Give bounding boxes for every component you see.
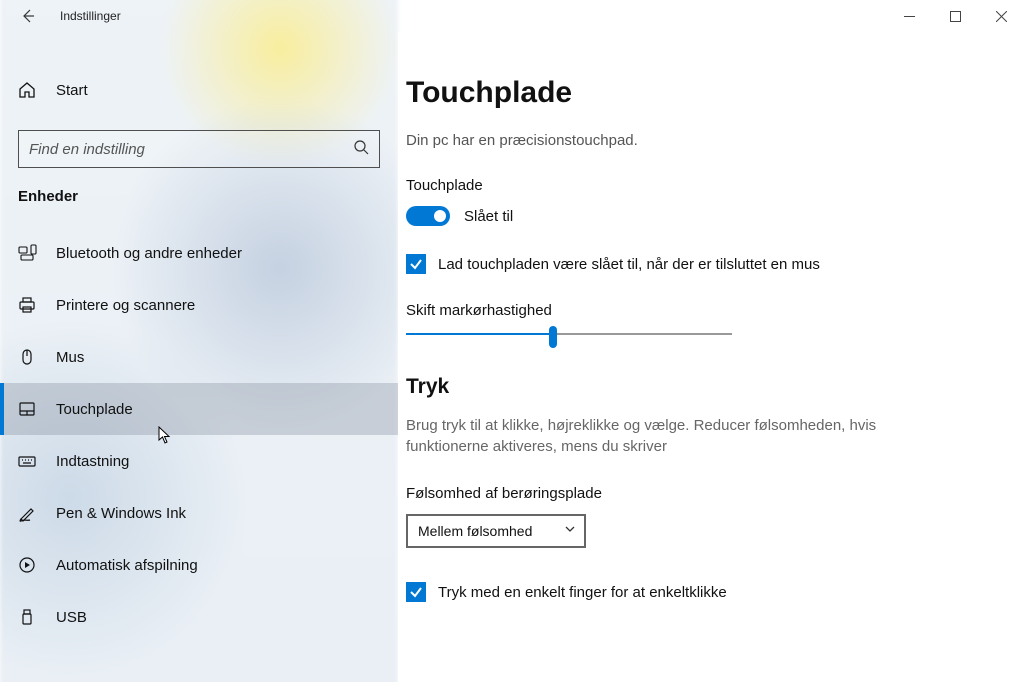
page-subtitle: Din pc har en præcisionstouchpad. [406,132,1024,149]
category-heading: Enheder [0,188,398,205]
slider-thumb[interactable] [549,326,557,348]
sidebar-item-label: Automatisk afspilning [56,557,198,574]
toggle-state-label: Slået til [464,208,513,225]
settings-window: Indstillinger Start [0,0,1024,682]
sidebar-item-typing[interactable]: Indtastning [0,435,398,487]
content-pane: Touchplade Din pc har en præcisionstouch… [398,32,1024,682]
toggle-knob [434,210,446,222]
checkmark-icon [409,257,423,271]
keep-on-checkbox[interactable] [406,254,426,274]
sensitivity-dropdown[interactable]: Mellem følsomhed [406,514,586,548]
sidebar-item-label: Touchplade [56,401,133,418]
back-button[interactable] [8,0,48,32]
search-icon [353,139,369,160]
sidebar-item-printers[interactable]: Printere og scannere [0,279,398,331]
home-icon [18,81,46,99]
taps-heading: Tryk [406,375,1024,399]
checkmark-icon [409,585,423,599]
single-tap-label: Tryk med en enkelt finger for at enkeltk… [438,584,727,601]
touchpad-label: Touchplade [406,177,1024,194]
printer-icon [18,296,46,314]
sidebar-item-label: Indtastning [56,453,129,470]
usb-icon [18,608,46,626]
mouse-icon [18,348,46,366]
back-arrow-icon [20,8,36,24]
dropdown-selected: Mellem følsomhed [418,523,548,539]
sidebar-item-mouse[interactable]: Mus [0,331,398,383]
page-title: Touchplade [406,76,1024,110]
minimize-button[interactable] [886,0,932,32]
touchpad-toggle[interactable] [406,206,450,226]
sidebar-item-bluetooth[interactable]: Bluetooth og andre enheder [0,227,398,279]
window-controls [886,0,1024,32]
sidebar-item-label: Bluetooth og andre enheder [56,245,242,262]
keep-on-label: Lad touchpladen være slået til, når der … [438,256,820,273]
cursor-speed-label: Skift markørhastighed [406,302,1024,319]
keyboard-icon [18,452,46,470]
taps-description: Brug tryk til at klikke, højreklikke og … [406,415,916,457]
pen-icon [18,504,46,522]
autoplay-icon [18,556,46,574]
sidebar-item-label: Printere og scannere [56,297,195,314]
touchpad-icon [18,400,46,418]
sidebar-item-pen[interactable]: Pen & Windows Ink [0,487,398,539]
sidebar-item-label: Mus [56,349,84,366]
home-label: Start [56,82,88,99]
sidebar: Start Enheder [0,32,398,682]
window-title: Indstillinger [60,9,121,23]
sidebar-item-autoplay[interactable]: Automatisk afspilning [0,539,398,591]
search-box[interactable] [18,130,380,168]
home-button[interactable]: Start [0,68,398,112]
search-input[interactable] [29,141,353,158]
sidebar-item-usb[interactable]: USB [0,591,398,643]
single-tap-checkbox[interactable] [406,582,426,602]
sidebar-item-label: Pen & Windows Ink [56,505,186,522]
bluetooth-devices-icon [18,244,46,262]
sidebar-item-label: USB [56,609,87,626]
close-button[interactable] [978,0,1024,32]
titlebar: Indstillinger [0,0,1024,32]
maximize-button[interactable] [932,0,978,32]
sidebar-item-touchpad[interactable]: Touchplade [0,383,398,435]
sensitivity-label: Følsomhed af berøringsplade [406,485,1024,502]
cursor-speed-slider[interactable] [406,333,732,335]
slider-fill [406,333,553,335]
chevron-down-icon [564,522,576,540]
